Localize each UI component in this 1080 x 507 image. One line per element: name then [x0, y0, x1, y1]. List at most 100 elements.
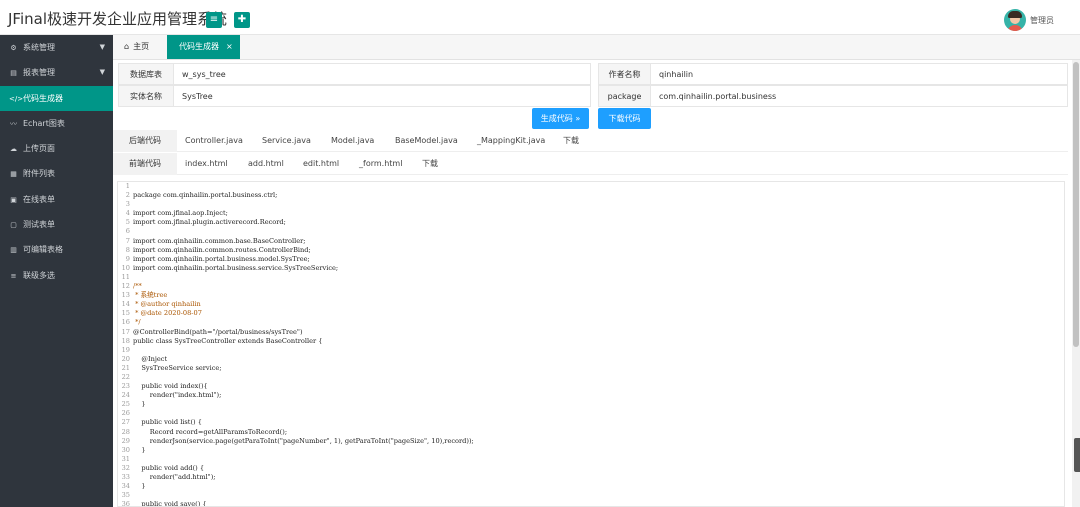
sidebar-item-2[interactable]: </>代码生成器: [0, 85, 113, 111]
line-number: 22: [121, 372, 130, 381]
code-text: render("add.html");: [133, 473, 216, 481]
sidebar-item-3[interactable]: 〰 Echart图表: [0, 111, 113, 136]
code-text: Record record=getAllParamsToRecord();: [133, 427, 288, 436]
side-handle[interactable]: [1074, 438, 1080, 472]
report-icon: ▤: [10, 69, 17, 78]
code-text: public void list() {: [133, 418, 202, 427]
backend-tabs-item-2[interactable]: Service.java: [262, 130, 311, 152]
code-line: 32 public void add() {: [118, 464, 1064, 473]
avatar[interactable]: [1004, 9, 1026, 31]
sidebar-item-label: 附件列表: [23, 169, 55, 179]
code-line: 11: [118, 273, 1064, 282]
backend-tabs-item-3[interactable]: Model.java: [331, 130, 374, 152]
sidebar-item-5[interactable]: ▦ 附件列表: [0, 161, 113, 186]
line-number: 11: [121, 272, 130, 281]
code-line: 30 }: [118, 446, 1064, 455]
sidebar-item-0[interactable]: ⚙ 系统管理 ▼: [0, 35, 113, 60]
username[interactable]: 管理员: [1030, 15, 1054, 26]
close-icon[interactable]: ×: [226, 42, 233, 51]
line-number: 18: [121, 336, 130, 345]
line-number: 23: [121, 382, 130, 391]
code-line: 9 import com.qinhailin.portal.business.mo…: [118, 255, 1064, 264]
home-icon: ⌂: [124, 42, 130, 51]
code-line: 14 * @author qinhailin: [118, 300, 1064, 309]
code-line: 21 SysTreeService service;: [118, 364, 1064, 373]
code-text: /**: [133, 282, 142, 291]
code-preview[interactable]: 1 2 package com.qinhailin.portal.business.…: [117, 181, 1065, 507]
package-input[interactable]: com.qinhailin.portal.business: [650, 85, 1068, 107]
code-text: import com.qinhailin.portal.business.ser…: [133, 263, 339, 272]
line-number: 6: [125, 227, 130, 236]
generate-code-button[interactable]: 生成代码 »: [532, 108, 589, 129]
frontend-tabs-item-5[interactable]: 下载: [422, 153, 438, 175]
caret-down-icon: ▼: [99, 43, 105, 51]
backend-tabs-item-6[interactable]: 下载: [563, 130, 579, 152]
sidebar-item-label: 系统管理: [23, 43, 55, 52]
backend-tabs-item-5[interactable]: _MappingKit.java: [477, 130, 545, 152]
line-number: 4: [125, 209, 130, 218]
line-number: 9: [125, 254, 130, 263]
sidebar-item-6[interactable]: ▣ 在线表单: [0, 187, 113, 212]
frontend-tabs-item-0[interactable]: 前端代码: [113, 153, 177, 175]
frontend-tabs-item-2[interactable]: add.html: [248, 153, 284, 175]
frontend-tabs-item-1[interactable]: index.html: [185, 153, 228, 175]
refresh-icon: ✚: [237, 14, 247, 25]
scrollbar-thumb[interactable]: [1073, 62, 1079, 347]
db-table-input[interactable]: w_sys_tree: [173, 63, 591, 85]
sidebar-item-9[interactable]: ≡ 联级多选: [0, 263, 113, 288]
frontend-tabs-item-4[interactable]: _form.html: [359, 153, 402, 175]
code-line: 19: [118, 346, 1064, 355]
line-number: 8: [125, 245, 130, 254]
download-code-button[interactable]: 下载代码: [598, 108, 651, 129]
line-number: 36: [121, 500, 130, 507]
test-form-icon: ▢: [10, 221, 17, 230]
code-text: import com.qinhailin.common.base.BaseCon…: [133, 236, 306, 245]
code-line: 1: [118, 182, 1064, 191]
frontend-tabs-item-3[interactable]: edit.html: [303, 153, 339, 175]
attachment-icon: ▦: [10, 170, 17, 179]
code-text: import com.qinhailin.portal.business.mod…: [133, 254, 310, 263]
line-number: 30: [121, 445, 130, 454]
top-header: JFinal极速开发企业应用管理系统 ≡ ✚ 管理员: [0, 0, 1080, 35]
form-icon: ▣: [10, 195, 17, 204]
menu-toggle-button[interactable]: ≡: [206, 12, 222, 28]
entity-input[interactable]: SysTree: [173, 85, 591, 107]
author-input[interactable]: qinhailin: [650, 63, 1068, 85]
backend-tabs-item-1[interactable]: Controller.java: [185, 130, 243, 152]
code-line: 20 @Inject: [118, 355, 1064, 364]
code-line: 24 render("index.html");: [118, 391, 1064, 400]
line-number: 12: [121, 282, 130, 291]
sidebar-item-7[interactable]: ▢ 测试表单: [0, 212, 113, 237]
code-line: 22: [118, 373, 1064, 382]
code-text: import com.jfinal.aop.Inject;: [133, 209, 228, 218]
sidebar-item-label: 代码生成器: [23, 93, 63, 103]
code-line: 8 import com.qinhailin.common.routes.Cont…: [118, 246, 1064, 255]
code-line: 35: [118, 491, 1064, 500]
line-number: 32: [121, 463, 130, 472]
code-line: 3: [118, 200, 1064, 209]
line-number: 21: [121, 363, 130, 372]
code-text: @ControllerBind(path="/portal/business/s…: [133, 327, 303, 336]
backend-tabs-item-4[interactable]: BaseModel.java: [395, 130, 458, 152]
line-number: 34: [121, 482, 130, 491]
code-generator-panel: 数据库表 w_sys_tree 作者名称 qinhailin 实体名称 SysT…: [113, 60, 1068, 507]
tab-bar: ⌂ 主页 代码生成器 ×: [113, 35, 1080, 60]
refresh-button[interactable]: ✚: [234, 12, 250, 28]
sidebar-item-8[interactable]: ▥ 可编辑表格: [0, 237, 113, 262]
code-line: 16 */: [118, 318, 1064, 327]
code-line: 6: [118, 227, 1064, 236]
line-number: 14: [121, 300, 130, 309]
backend-tabs-item-0[interactable]: 后端代码: [113, 130, 177, 152]
code-text: */: [133, 318, 141, 327]
code-text: public void index(){: [133, 382, 208, 391]
line-number: 27: [121, 418, 130, 427]
line-number: 10: [121, 263, 130, 272]
line-number: 29: [121, 436, 130, 445]
tab-home[interactable]: ⌂ 主页: [113, 35, 165, 59]
code-text: import com.qinhailin.common.routes.Contr…: [133, 245, 311, 254]
package-label: package: [598, 85, 651, 107]
line-number: 1: [125, 182, 130, 190]
tab-code-generator[interactable]: 代码生成器 ×: [167, 35, 240, 59]
sidebar-item-1[interactable]: ▤ 报表管理 ▼: [0, 60, 113, 85]
sidebar-item-4[interactable]: ☁ 上传页面: [0, 136, 113, 161]
